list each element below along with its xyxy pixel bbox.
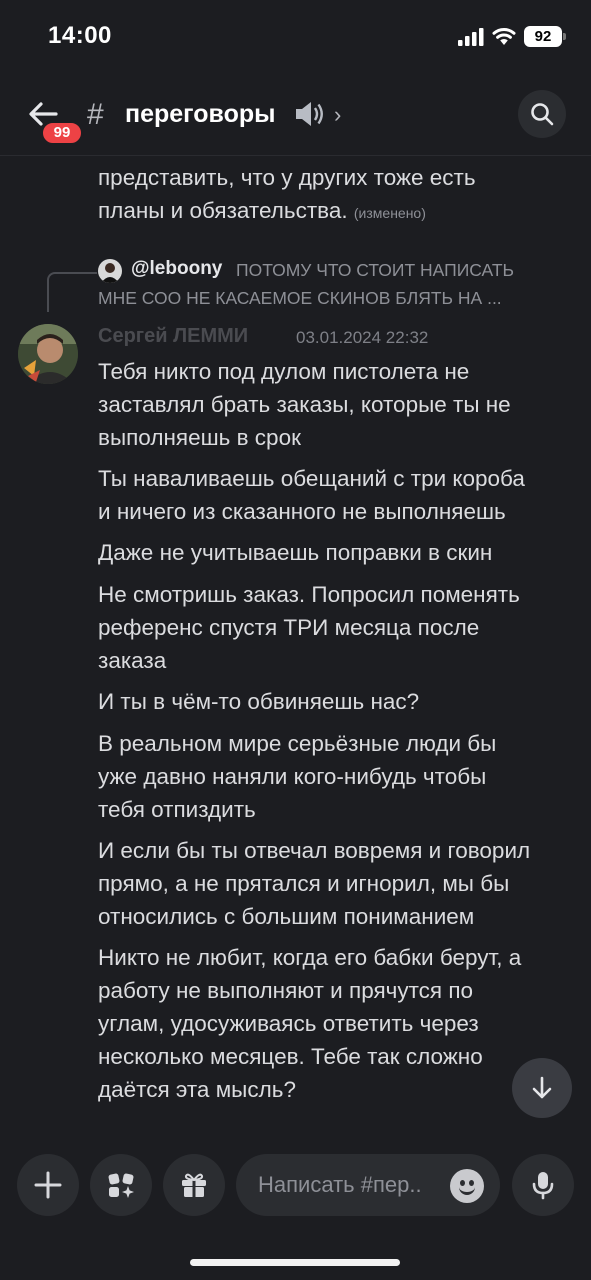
reply-connector [47, 272, 97, 312]
unread-badge: 99 [40, 120, 84, 146]
avatar[interactable] [18, 324, 78, 384]
gift-button[interactable] [163, 1154, 225, 1216]
channel-hash-icon: # [87, 98, 104, 131]
wifi-icon [492, 28, 516, 45]
message-line: заказа [98, 648, 167, 673]
message-line: прямо, а не прятался и игнорил, мы бы [98, 871, 510, 896]
message-line: В реальном мире серьёзные люди бы [98, 731, 497, 756]
signal-icon [458, 28, 484, 46]
message-line: Не смотришь заказ. Попросил поменять [98, 582, 520, 607]
chevron-right-icon[interactable]: › [334, 102, 341, 128]
edited-label: (изменено) [353, 205, 426, 221]
battery-indicator: 92 [524, 26, 566, 47]
reply-author[interactable]: @leboony [131, 258, 222, 280]
message-author[interactable]: Сергей ЛЕММИ [98, 325, 248, 348]
status-time: 14:00 [48, 22, 112, 49]
message-line: Тебя никто под дулом пистолета не [98, 359, 470, 384]
home-indicator[interactable] [190, 1259, 400, 1266]
search-button[interactable] [518, 90, 566, 138]
message-line: тебя отпиздить [98, 797, 256, 822]
message-line: И если бы ты отвечал вовремя и говорил [98, 838, 531, 863]
message-list[interactable]: представить, что у других тоже есть план… [0, 157, 591, 1137]
channel-header: 99 # переговоры › [0, 80, 591, 156]
emoji-icon[interactable] [450, 1169, 484, 1203]
message-timestamp: 03.01.2024 22:32 [296, 328, 429, 347]
speaker-icon [296, 102, 323, 126]
message-line: Никто не любит, когда его бабки берут, а [98, 945, 522, 970]
status-bar: 14:00 92 [0, 0, 591, 80]
message-line: И ты в чём-то обвиняешь нас? [98, 689, 420, 714]
reply-preview[interactable]: ПОТОМУ ЧТО СТОИТ НАПИСАТЬ [236, 260, 556, 281]
apps-button[interactable] [90, 1154, 152, 1216]
message-line: уже давно наняли кого-нибудь чтобы [98, 764, 487, 789]
gift-icon [182, 1173, 206, 1197]
voice-message-button[interactable] [512, 1154, 574, 1216]
add-attachment-button[interactable] [17, 1154, 79, 1216]
message-line: работу не выполняют и прячутся по [98, 978, 474, 1003]
previous-message-line: планы и обязательства. (изменено) [98, 198, 426, 223]
message-line: и ничего из сказанного не выполняешь [98, 499, 506, 524]
message-line: референс спустя ТРИ месяца после [98, 615, 480, 640]
message-line: заставлял брать заказы, которые ты не [98, 392, 511, 417]
reply-avatar[interactable] [98, 259, 122, 283]
apps-icon [108, 1173, 134, 1198]
scroll-to-bottom-button[interactable] [512, 1058, 572, 1118]
previous-message-line: представить, что у других тоже есть [98, 165, 476, 190]
plus-icon [34, 1171, 62, 1199]
message-line: углам, удосуживаясь ответить через [98, 1011, 479, 1036]
avatar-image [18, 324, 78, 384]
channel-title[interactable]: переговоры [125, 100, 275, 129]
message-line: Даже не учитываешь поправки в скин [98, 540, 493, 565]
message-composer [0, 1137, 591, 1237]
message-line: относились с большим пониманием [98, 904, 475, 929]
search-icon [531, 103, 554, 126]
message-line: даётся эта мысль? [98, 1077, 296, 1102]
message-line: Ты наваливаешь обещаний с три короба [98, 466, 525, 491]
message-line: выполняешь в срок [98, 425, 301, 450]
avatar-image [98, 259, 122, 283]
arrow-down-icon [532, 1076, 552, 1099]
mic-icon [532, 1172, 554, 1200]
reply-preview[interactable]: МНЕ СОО НЕ КАСАЕМОЕ СКИНОВ БЛЯТЬ НА ... [98, 288, 502, 309]
message-line: несколько месяцев. Тебе так сложно [98, 1044, 483, 1069]
